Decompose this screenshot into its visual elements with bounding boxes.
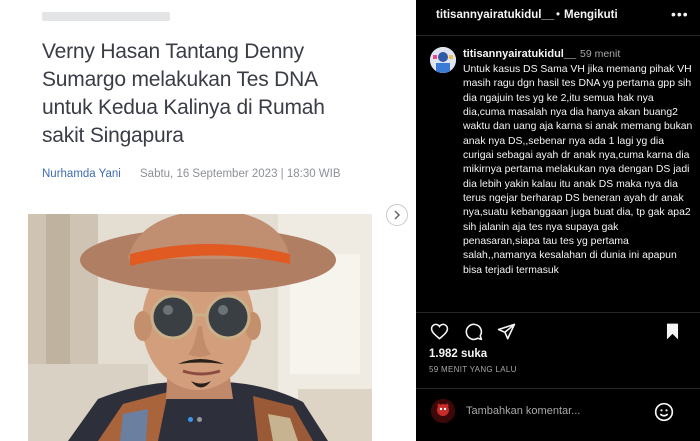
avatar-icon	[431, 399, 455, 423]
article-date: Sabtu, 16 September 2023 | 18:30 WIB	[140, 168, 341, 180]
chevron-right-icon	[394, 210, 401, 220]
emoji-button[interactable]	[654, 402, 674, 422]
like-button[interactable]	[429, 321, 449, 341]
comment-icon	[465, 323, 482, 340]
post-timestamp: 59 MENIT YANG LALU	[429, 365, 517, 374]
carousel-dot-active	[188, 417, 193, 422]
more-options-icon[interactable]: •••	[671, 6, 689, 22]
post-media[interactable]: Verny Hasan Tantang Denny Sumargo melaku…	[0, 0, 416, 441]
article-photo	[28, 214, 372, 441]
save-button[interactable]	[662, 321, 682, 341]
bookmark-icon	[666, 323, 678, 339]
send-icon	[497, 323, 515, 339]
smiley-icon	[654, 402, 674, 422]
caption-text: Untuk kasus DS Sama VH jika memang pihak…	[463, 64, 693, 276]
avatar[interactable]	[430, 47, 456, 73]
caption-time: 59 menit	[580, 48, 621, 60]
comment-input[interactable]	[466, 403, 646, 419]
post-header: titisannyairatukidul__ • Mengikuti •••	[416, 0, 700, 36]
current-user-avatar	[431, 399, 455, 423]
action-bar	[416, 312, 700, 348]
caption-area: titisannyairatukidul__ 59 menit Untuk ka…	[416, 44, 700, 306]
header-separator: •	[556, 9, 561, 21]
like-count[interactable]: 1.982 suka	[429, 348, 487, 360]
following-button[interactable]: Mengikuti	[564, 9, 618, 21]
carousel-indicator	[188, 417, 202, 422]
post-side-panel: titisannyairatukidul__ • Mengikuti ••• t…	[416, 0, 700, 441]
article-headline: Verny Hasan Tantang Denny Sumargo melaku…	[42, 40, 325, 147]
heart-icon	[430, 323, 448, 340]
comment-button[interactable]	[463, 321, 483, 341]
share-button[interactable]	[496, 321, 516, 341]
comment-bar	[416, 388, 700, 441]
header-username[interactable]: titisannyairatukidul__	[436, 9, 554, 21]
carousel-next-button[interactable]	[386, 204, 408, 226]
carousel-dot	[197, 417, 202, 422]
man-with-hat-photo	[28, 214, 372, 441]
article-author: Nurhamda Yani	[42, 168, 121, 180]
caption-username[interactable]: titisannyairatukidul__	[463, 48, 576, 60]
article-top-bar	[42, 12, 170, 21]
user-avatar-icon	[430, 47, 456, 73]
